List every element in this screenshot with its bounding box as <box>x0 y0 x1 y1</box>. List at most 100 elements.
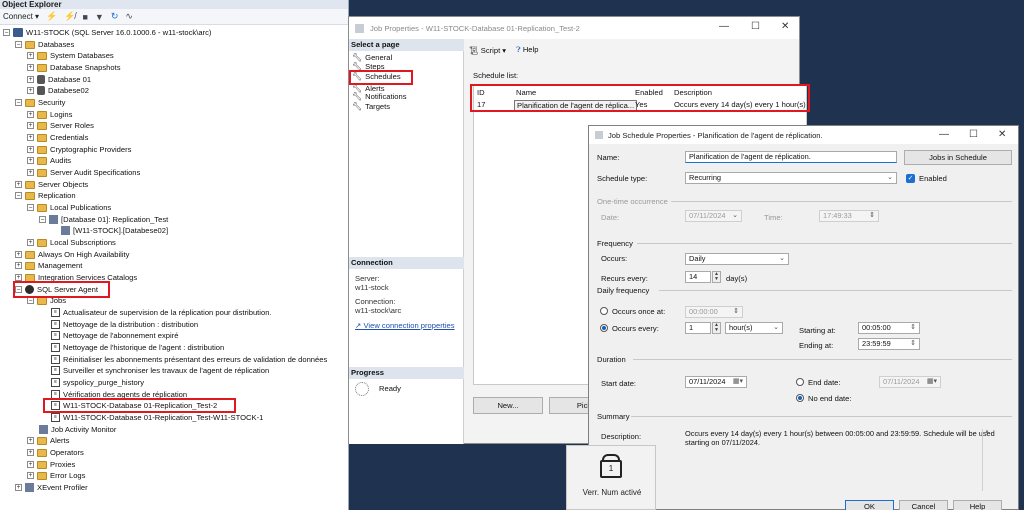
page-schedules[interactable]: 🔧︎ Schedules <box>352 71 401 82</box>
schedule-name-input[interactable]: Planification de l'agent de réplication. <box>685 151 897 163</box>
ending-at-input[interactable]: 23:59:59 ⇕ <box>858 338 920 350</box>
expand-toggle-icon[interactable]: + <box>27 449 34 457</box>
tree-node-local-publications[interactable]: − Local Publications <box>27 202 111 214</box>
refresh-icon[interactable]: ↻ <box>111 11 119 22</box>
tree-node-server-objects[interactable]: + Server Objects <box>15 179 88 191</box>
jobs-in-schedule-button[interactable]: Jobs in Schedule <box>904 150 1012 165</box>
expand-toggle-icon[interactable]: + <box>15 251 22 259</box>
start-date-picker[interactable]: 07/11/2024 ▦▾ <box>685 376 747 388</box>
expand-toggle-icon[interactable]: + <box>15 262 22 270</box>
tree-node-credentials[interactable]: + Credentials <box>27 132 88 144</box>
expand-toggle-icon[interactable]: + <box>27 64 34 72</box>
tree-node-subscription[interactable]: [W11-STOCK].[Databese02] <box>51 225 168 237</box>
tree-node-job-activity-monitor[interactable]: Job Activity Monitor <box>29 424 116 436</box>
expand-toggle-icon[interactable]: + <box>15 274 22 282</box>
enabled-checkbox[interactable]: ✓ <box>906 174 915 183</box>
disconnect-icon[interactable]: ⚡̸ <box>64 11 75 22</box>
tree-node-audits[interactable]: + Audits <box>27 155 71 167</box>
view-connection-properties-link[interactable]: ↗ View connection properties <box>355 321 455 330</box>
tree-node-xevent-profiler[interactable]: + XEvent Profiler <box>15 482 88 494</box>
collapse-toggle-icon[interactable]: − <box>27 204 34 212</box>
description-scrollbar[interactable]: ▲ <box>982 429 991 491</box>
help-button[interactable]: ❓︎ Help <box>516 45 538 55</box>
occurs-once-radio[interactable] <box>600 307 608 315</box>
tree-node-job[interactable]: ≡ Nettoyage de la distribution : distribu… <box>41 319 198 331</box>
tree-node-job[interactable]: ≡ Nettoyage de l'historique de l'agent : … <box>41 342 224 354</box>
expand-toggle-icon[interactable]: + <box>27 146 34 154</box>
tree-node-replication[interactable]: − Replication <box>15 190 76 202</box>
expand-toggle-icon[interactable]: + <box>15 484 22 492</box>
occurs-every-unit-select[interactable]: hour(s) ⌄ <box>725 322 783 334</box>
tree-node-integration-services[interactable]: + Integration Services Catalogs <box>15 272 137 284</box>
tree-node-job[interactable]: ≡ Réinitialiser les abonnements présentan… <box>41 354 327 366</box>
tree-node-job[interactable]: ≡ Actualisateur de supervision de la répl… <box>41 307 272 319</box>
column-header-name[interactable]: Name <box>516 88 536 97</box>
tree-node-database-01[interactable]: + Database 01 <box>27 74 91 86</box>
starting-at-input[interactable]: 00:05:00 ⇕ <box>858 322 920 334</box>
tree-node-databese02[interactable]: + Databese02 <box>27 85 89 97</box>
tree-node-alerts[interactable]: + Alerts <box>27 435 69 447</box>
occurs-every-radio[interactable] <box>600 324 608 332</box>
expand-toggle-icon[interactable]: + <box>27 239 34 247</box>
tree-node-server-roles[interactable]: + Server Roles <box>27 120 94 132</box>
tree-node-security[interactable]: − Security <box>15 97 65 109</box>
tree-node-logins[interactable]: + Logins <box>27 109 72 121</box>
recurs-every-spinner[interactable]: ▲ ▼ <box>712 271 721 283</box>
column-header-enabled[interactable]: Enabled <box>635 88 663 97</box>
tree-node-job[interactable]: ≡ Surveiller et synchroniser les travaux … <box>41 365 269 377</box>
tree-node-job[interactable]: ≡ W11-STOCK-Database 01-Replication_Test-… <box>41 412 263 424</box>
tree-node-error-logs[interactable]: + Error Logs <box>27 470 85 482</box>
minimize-icon[interactable]: — <box>939 129 949 140</box>
end-date-picker[interactable]: 07/11/2024 ▦▾ <box>879 376 941 388</box>
tree-node-server-audit-specifications[interactable]: + Server Audit Specifications <box>27 167 140 179</box>
no-end-date-radio[interactable] <box>796 394 804 402</box>
minimize-icon[interactable]: — <box>719 21 729 32</box>
collapse-toggle-icon[interactable]: − <box>3 29 10 37</box>
tree-node-database-snapshots[interactable]: + Database Snapshots <box>27 62 121 74</box>
collapse-toggle-icon[interactable]: − <box>15 99 22 107</box>
connect-button[interactable]: Connect ▾ <box>3 12 39 21</box>
column-header-id[interactable]: ID <box>477 88 485 97</box>
tree-node-management[interactable]: + Management <box>15 260 82 272</box>
expand-toggle-icon[interactable]: + <box>27 437 34 445</box>
activity-monitor-icon[interactable]: ∿ <box>125 11 133 22</box>
cancel-button[interactable]: Cancel <box>899 500 948 510</box>
expand-toggle-icon[interactable]: + <box>27 76 34 84</box>
close-icon[interactable]: ✕ <box>998 129 1006 140</box>
maximize-icon[interactable]: ☐ <box>969 129 978 140</box>
tree-node-local-subscriptions[interactable]: + Local Subscriptions <box>27 237 116 249</box>
tree-node-job[interactable]: ≡ Vérification des agents de réplication <box>41 389 187 401</box>
tree-node-proxies[interactable]: + Proxies <box>27 459 75 471</box>
expand-toggle-icon[interactable]: + <box>27 111 34 119</box>
stop-icon[interactable]: ■ <box>82 12 87 22</box>
collapse-toggle-icon[interactable]: − <box>15 41 22 49</box>
occurs-every-spinner[interactable]: ▲ ▼ <box>712 322 721 334</box>
occurs-once-time-input[interactable]: 00:00:00 ⇕ <box>685 306 743 318</box>
tree-node-jobs[interactable]: − Jobs <box>27 295 66 307</box>
expand-toggle-icon[interactable]: + <box>27 122 34 130</box>
expand-toggle-icon[interactable]: + <box>27 472 34 480</box>
tree-node-operators[interactable]: + Operators <box>27 447 84 459</box>
expand-toggle-icon[interactable]: + <box>15 181 22 189</box>
expand-toggle-icon[interactable]: + <box>27 461 34 469</box>
tree-node-sql-server-agent[interactable]: − SQL Server Agent <box>15 284 98 296</box>
expand-toggle-icon[interactable]: + <box>27 87 34 95</box>
close-icon[interactable]: ✕ <box>781 21 789 32</box>
tree-node-job[interactable]: ≡ Nettoyage de l'abonnement expiré <box>41 330 178 342</box>
tree-node-server[interactable]: − W11-STOCK (SQL Server 16.0.1000.6 - w11… <box>3 27 211 39</box>
collapse-toggle-icon[interactable]: − <box>27 297 34 305</box>
one-time-date-picker[interactable]: 07/11/2024 ⌄ <box>685 210 742 222</box>
occurs-select[interactable]: Daily ⌄ <box>685 253 789 265</box>
ok-button[interactable]: OK <box>845 500 894 510</box>
collapse-toggle-icon[interactable]: − <box>39 216 46 224</box>
script-button[interactable]: 📜︎ Script ▾ <box>469 46 506 55</box>
collapse-toggle-icon[interactable]: − <box>15 286 22 294</box>
new-schedule-button[interactable]: New... <box>473 397 543 414</box>
one-time-time-input[interactable]: 17:49:33 ⇕ <box>819 210 879 222</box>
collapse-toggle-icon[interactable]: − <box>15 192 22 200</box>
tree-node-job[interactable]: ≡ syspolicy_purge_history <box>41 377 144 389</box>
tree-node-publication[interactable]: − [Database 01]: Replication_Test <box>39 214 168 226</box>
end-date-radio[interactable] <box>796 378 804 386</box>
tree-node-cryptographic-providers[interactable]: + Cryptographic Providers <box>27 144 131 156</box>
recurs-every-input[interactable]: 14 <box>685 271 711 283</box>
